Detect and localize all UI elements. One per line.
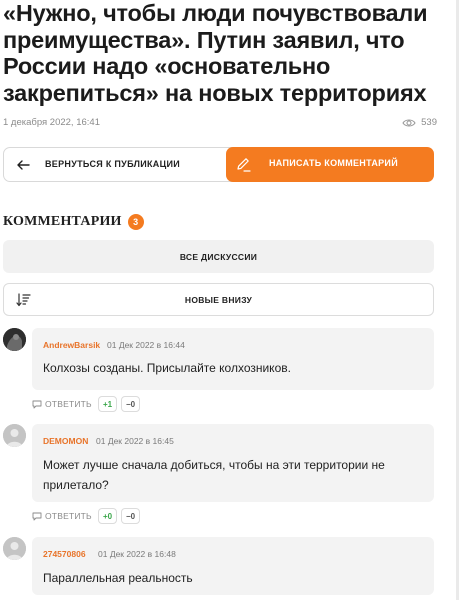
comment-text: Может лучше сначала добиться, чтобы на э…: [43, 458, 385, 492]
comment-date: 01 Дек 2022 в 16:45: [96, 436, 174, 446]
comment-date: 01 Дек 2022 в 16:48: [98, 549, 176, 559]
reply-button[interactable]: ОТВЕТИТЬ: [32, 511, 92, 521]
all-discussions-label: ВСЕ ДИСКУССИИ: [179, 251, 258, 262]
comment-text: Колхозы созданы. Присылайте колхозников.: [43, 361, 291, 375]
downvote-button[interactable]: −0: [121, 508, 141, 524]
sort-label: НОВЫЕ ВНИЗУ: [184, 294, 253, 305]
comment-author[interactable]: 274570806: [43, 549, 86, 559]
write-comment-button[interactable]: НАПИСАТЬ КОММЕНТАРИЙ: [226, 147, 434, 182]
sort-order-button[interactable]: НОВЫЕ ВНИЗУ: [3, 283, 434, 316]
write-button-label: НАПИСАТЬ КОММЕНТАРИЙ: [269, 158, 398, 168]
avatar[interactable]: [3, 424, 26, 447]
views-counter: 539: [402, 117, 437, 128]
sort-icon: [16, 293, 31, 307]
comment-actions: ОТВЕТИТЬ +1 −0: [32, 396, 152, 412]
back-button-label: ВЕРНУТЬСЯ К ПУБЛИКАЦИИ: [45, 159, 181, 169]
avatar[interactable]: [3, 537, 26, 560]
views-count: 539: [421, 117, 437, 128]
comments-heading: КОММЕНТАРИИ 3: [3, 214, 144, 230]
back-to-publication-button[interactable]: ВЕРНУТЬСЯ К ПУБЛИКАЦИИ: [3, 147, 239, 182]
publish-date: 1 декабря 2022, 16:41: [3, 117, 100, 128]
pencil-icon: [237, 158, 251, 172]
article-meta: 1 декабря 2022, 16:41 539: [3, 117, 437, 131]
comment-date: 01 Дек 2022 в 16:44: [107, 340, 185, 350]
comments-count-badge: 3: [127, 214, 144, 230]
comment-author[interactable]: DEMOMON: [43, 436, 88, 446]
default-user-icon: [3, 424, 26, 447]
eye-icon: [402, 118, 416, 127]
comment-bubble: AndrewBarsik 01 Дек 2022 в 16:44 Колхозы…: [32, 328, 434, 390]
upvote-button[interactable]: +0: [98, 508, 118, 524]
avatar[interactable]: [3, 328, 26, 351]
comment-author[interactable]: AndrewBarsik: [43, 340, 100, 350]
speech-bubble-icon: [32, 512, 42, 520]
comment-bubble: DEMOMON 01 Дек 2022 в 16:45 Может лучше …: [32, 424, 434, 502]
comment-text: Параллельная реальность: [43, 571, 193, 585]
article-title: «Нужно, чтобы люди почувствовали преимущ…: [3, 0, 428, 106]
all-discussions-button[interactable]: ВСЕ ДИСКУССИИ: [3, 240, 434, 273]
speech-bubble-icon: [32, 400, 42, 408]
default-user-icon: [3, 537, 26, 560]
arrow-left-icon: [17, 160, 30, 170]
comment-actions: ОТВЕТИТЬ +0 −0: [32, 508, 152, 524]
reply-label: ОТВЕТИТЬ: [45, 399, 92, 409]
comment-bubble: 274570806 01 Дек 2022 в 16:48 Параллельн…: [32, 537, 434, 595]
downvote-button[interactable]: −0: [121, 396, 141, 412]
comments-title: КОММЕНТАРИИ: [3, 214, 122, 229]
upvote-button[interactable]: +1: [98, 396, 118, 412]
user-photo-icon: [3, 328, 26, 351]
reply-button[interactable]: ОТВЕТИТЬ: [32, 399, 92, 409]
reply-label: ОТВЕТИТЬ: [45, 511, 92, 521]
